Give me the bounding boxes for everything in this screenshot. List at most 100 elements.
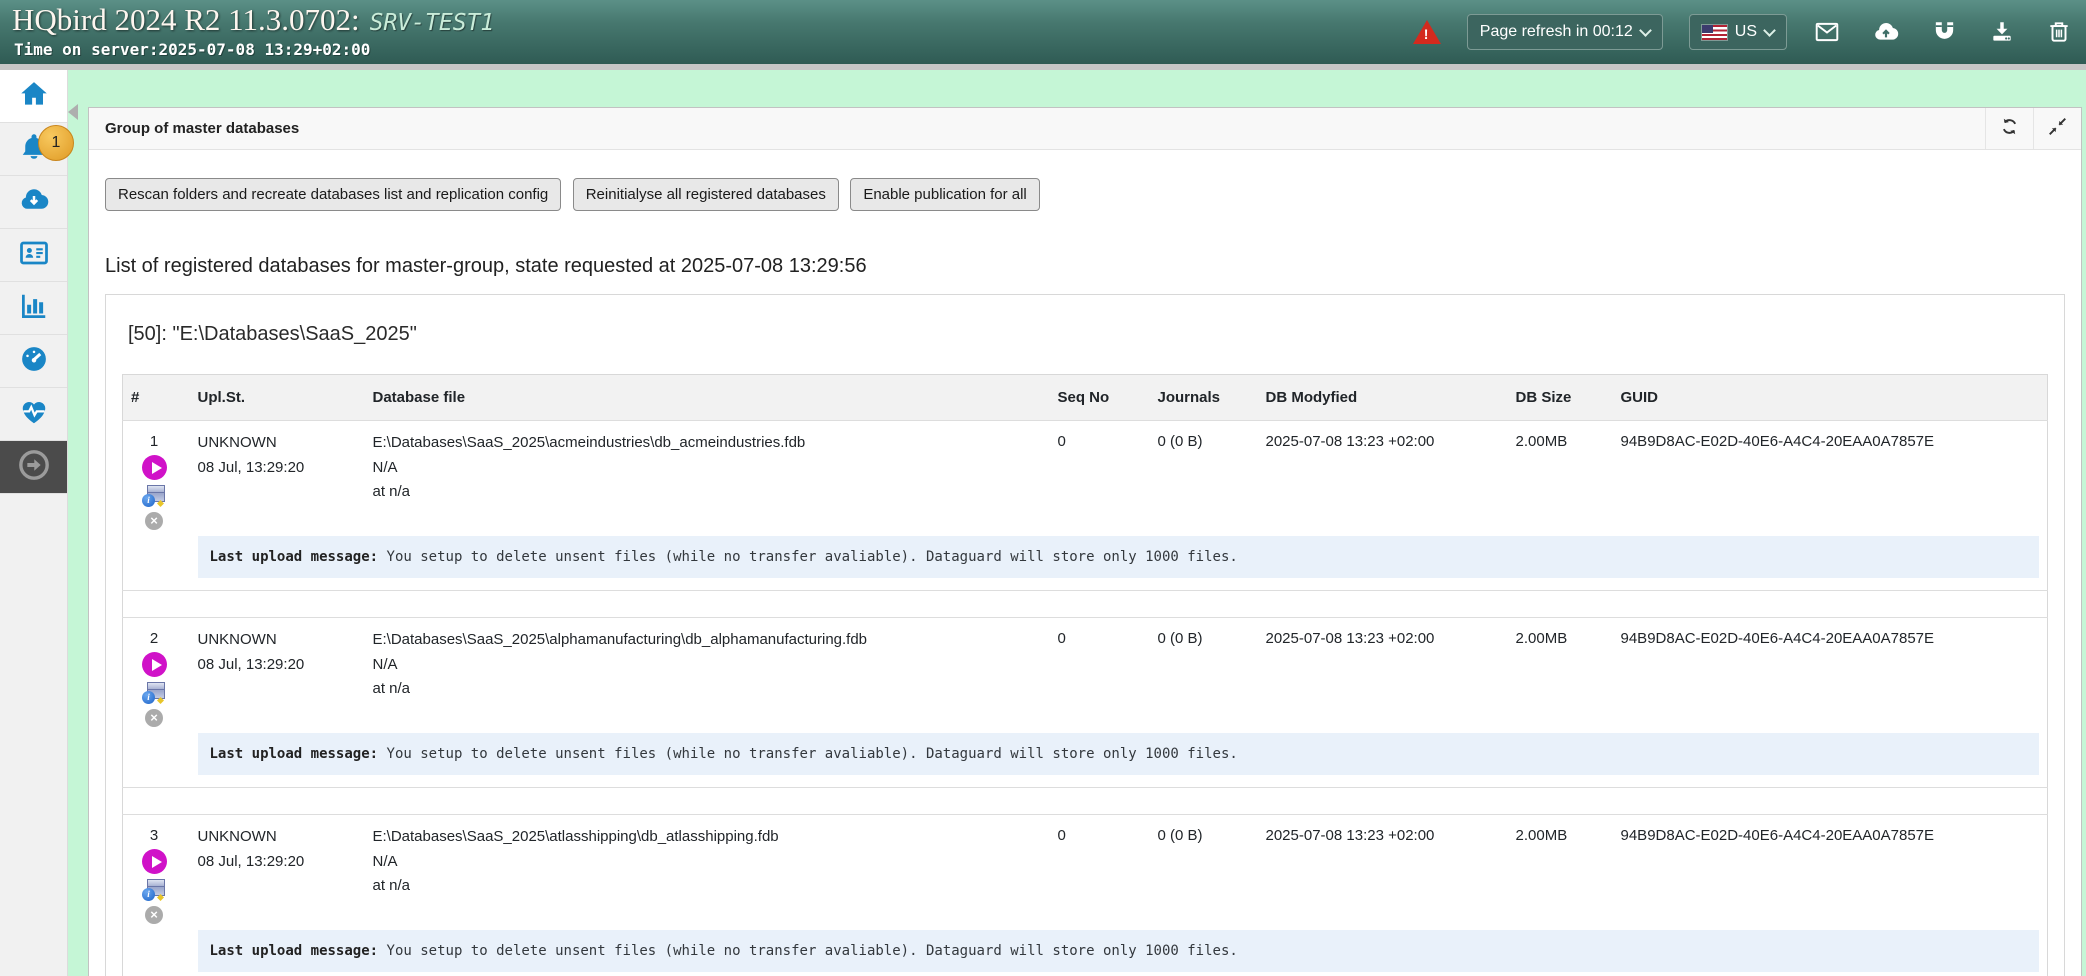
cell-journals: 0 (0 B) bbox=[1150, 421, 1258, 535]
upload-time: 08 Jul, 13:29:20 bbox=[198, 852, 357, 872]
message-text: You setup to delete unsent files (while … bbox=[387, 943, 1238, 959]
cell-empty bbox=[123, 731, 190, 788]
header-toolbar: ! Page refresh in 00:12 US bbox=[1413, 0, 2072, 64]
spacer-row bbox=[123, 591, 2048, 618]
message-label: Last upload message: bbox=[210, 943, 379, 959]
table-row: 2 i × UNKNOWN bbox=[123, 618, 2048, 732]
start-replication-icon[interactable] bbox=[142, 652, 167, 677]
panel-body: Rescan folders and recreate databases li… bbox=[89, 150, 2081, 976]
sidebar-item-accounts[interactable] bbox=[0, 229, 67, 282]
sidebar-item-health[interactable] bbox=[0, 388, 67, 441]
remove-database-icon[interactable]: × bbox=[145, 512, 163, 530]
warning-icon[interactable]: ! bbox=[1413, 20, 1441, 44]
cell-db-modified: 2025-07-08 13:23 +02:00 bbox=[1258, 421, 1508, 535]
database-file-at: at n/a bbox=[373, 482, 1042, 502]
panel-collapse-button[interactable] bbox=[2033, 108, 2081, 149]
bar-chart-icon bbox=[18, 291, 50, 326]
row-number: 1 bbox=[150, 433, 158, 450]
sidebar-item-dashboard[interactable] bbox=[0, 335, 67, 388]
table-header: # Upl.St. Database file Seq No Journals … bbox=[123, 375, 2048, 421]
database-file-path: E:\Databases\SaaS_2025\atlasshipping\db_… bbox=[373, 827, 1042, 847]
action-button[interactable]: Reinitialyse all registered databases bbox=[573, 178, 839, 211]
start-replication-icon[interactable] bbox=[142, 849, 167, 874]
cell-db-size: 2.00MB bbox=[1508, 421, 1613, 535]
action-buttons: Rescan folders and recreate databases li… bbox=[105, 178, 2065, 211]
column-header: DB Size bbox=[1508, 375, 1613, 421]
sidebar bbox=[0, 70, 68, 976]
server-name: SRV-TEST1 bbox=[370, 10, 495, 36]
sidebar-item-expand[interactable] bbox=[0, 441, 67, 494]
upload-message-row: Last upload message: You setup to delete… bbox=[123, 534, 2048, 591]
download-icon[interactable] bbox=[1988, 19, 2016, 45]
cell-empty bbox=[123, 534, 190, 591]
chevron-down-icon bbox=[1763, 24, 1776, 37]
list-heading: List of registered databases for master-… bbox=[105, 255, 2065, 278]
header-icons bbox=[1813, 19, 2072, 45]
cell-database-file: E:\Databases\SaaS_2025\alphamanufacturin… bbox=[365, 618, 1050, 732]
action-button[interactable]: Rescan folders and recreate databases li… bbox=[105, 178, 561, 211]
row-number: 2 bbox=[150, 630, 158, 647]
notification-badge[interactable]: 1 bbox=[38, 125, 74, 161]
database-file-at: at n/a bbox=[373, 876, 1042, 896]
last-upload-message: Last upload message: You setup to delete… bbox=[198, 930, 2040, 972]
refresh-icon bbox=[2000, 117, 2019, 141]
gauge-icon bbox=[18, 344, 50, 379]
cell-journals: 0 (0 B) bbox=[1150, 815, 1258, 929]
sidebar-collapse-handle[interactable] bbox=[68, 104, 78, 120]
cell-journals: 0 (0 B) bbox=[1150, 618, 1258, 732]
start-replication-icon[interactable] bbox=[142, 455, 167, 480]
cloud-download-icon bbox=[18, 185, 50, 220]
sidebar-item-statistics[interactable] bbox=[0, 282, 67, 335]
collapse-icon bbox=[2048, 117, 2067, 141]
row-number: 3 bbox=[150, 827, 158, 844]
master-databases-panel: Group of master databases Rescan folders… bbox=[88, 107, 2082, 976]
cell-guid: 94B9D8AC-E02D-40E6-A4C4-20EAA0A7857E bbox=[1613, 618, 2048, 732]
remove-database-icon[interactable]: × bbox=[145, 709, 163, 727]
cell-db-size: 2.00MB bbox=[1508, 815, 1613, 929]
cell-db-size: 2.00MB bbox=[1508, 618, 1613, 732]
message-label: Last upload message: bbox=[210, 746, 379, 762]
cell-db-modified: 2025-07-08 13:23 +02:00 bbox=[1258, 815, 1508, 929]
database-info-icon[interactable]: i bbox=[142, 682, 166, 704]
cell-upload-message: Last upload message: You setup to delete… bbox=[190, 928, 2048, 976]
databases-table: # Upl.St. Database file Seq No Journals … bbox=[122, 374, 2048, 976]
cloud-upload-icon[interactable] bbox=[1871, 19, 1901, 45]
remove-database-icon[interactable]: × bbox=[145, 906, 163, 924]
mail-icon[interactable] bbox=[1813, 19, 1841, 45]
home-icon bbox=[19, 79, 49, 114]
database-info-icon[interactable]: i bbox=[142, 485, 166, 507]
cell-guid: 94B9D8AC-E02D-40E6-A4C4-20EAA0A7857E bbox=[1613, 815, 2048, 929]
cell-seq-no: 0 bbox=[1050, 815, 1150, 929]
message-text: You setup to delete unsent files (while … bbox=[387, 549, 1238, 565]
table-row: 1 i × UNKNOWN bbox=[123, 421, 2048, 535]
column-header: Journals bbox=[1150, 375, 1258, 421]
page-refresh-dropdown[interactable]: Page refresh in 00:12 bbox=[1467, 14, 1663, 50]
product-title: HQbird 2024 R2 11.3.0702: bbox=[12, 2, 360, 37]
cell-db-modified: 2025-07-08 13:23 +02:00 bbox=[1258, 618, 1508, 732]
sidebar-item-backups[interactable] bbox=[0, 176, 67, 229]
top-header: HQbird 2024 R2 11.3.0702:SRV-TEST1 Time … bbox=[0, 0, 2086, 70]
upload-time: 08 Jul, 13:29:20 bbox=[198, 655, 357, 675]
panel-refresh-button[interactable] bbox=[1985, 108, 2033, 149]
arrow-right-circle-icon bbox=[17, 448, 51, 487]
message-label: Last upload message: bbox=[210, 549, 379, 565]
sidebar-item-home[interactable] bbox=[0, 70, 67, 123]
cell-num: 1 i × bbox=[123, 421, 190, 535]
group-path-heading: [50]: "E:\Databases\SaaS_2025" bbox=[128, 323, 2048, 346]
cell-empty bbox=[123, 928, 190, 976]
trash-icon[interactable] bbox=[2046, 19, 2072, 45]
column-header: GUID bbox=[1613, 375, 2048, 421]
database-info-icon[interactable]: i bbox=[142, 879, 166, 901]
cell-seq-no: 0 bbox=[1050, 618, 1150, 732]
action-button[interactable]: Enable publication for all bbox=[850, 178, 1039, 211]
column-header: # bbox=[123, 375, 190, 421]
heart-pulse-icon bbox=[18, 397, 50, 432]
cell-upload-message: Last upload message: You setup to delete… bbox=[190, 534, 2048, 591]
last-upload-message: Last upload message: You setup to delete… bbox=[198, 733, 2040, 775]
database-file-na: N/A bbox=[373, 655, 1042, 675]
cell-num: 2 i × bbox=[123, 618, 190, 732]
table-row: 3 i × UNKNOWN bbox=[123, 815, 2048, 929]
magnet-icon[interactable] bbox=[1931, 19, 1958, 45]
cell-guid: 94B9D8AC-E02D-40E6-A4C4-20EAA0A7857E bbox=[1613, 421, 2048, 535]
locale-dropdown[interactable]: US bbox=[1689, 14, 1787, 50]
